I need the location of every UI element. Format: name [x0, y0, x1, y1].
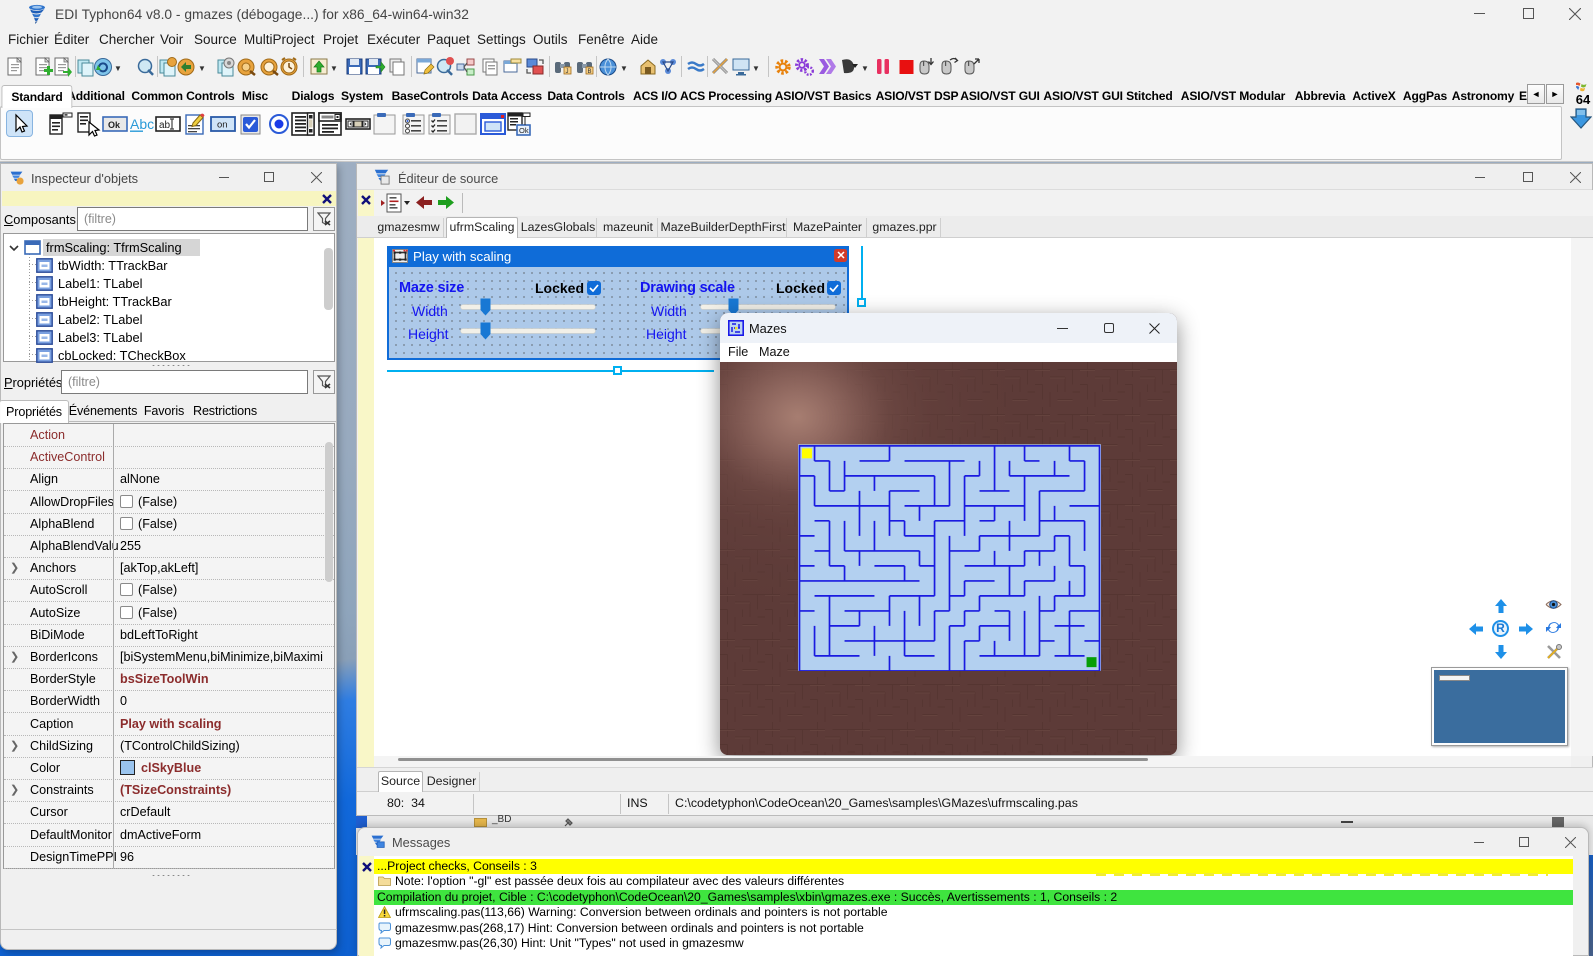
svg-text:on: on: [217, 120, 228, 131]
svg-text:J: J: [566, 69, 569, 75]
svg-text:Abc: Abc: [130, 116, 154, 132]
svg-text:ab: ab: [159, 120, 171, 131]
svg-text:Ok: Ok: [108, 120, 121, 130]
svg-text:B: B: [588, 69, 592, 75]
svg-text:Ok: Ok: [519, 126, 529, 135]
